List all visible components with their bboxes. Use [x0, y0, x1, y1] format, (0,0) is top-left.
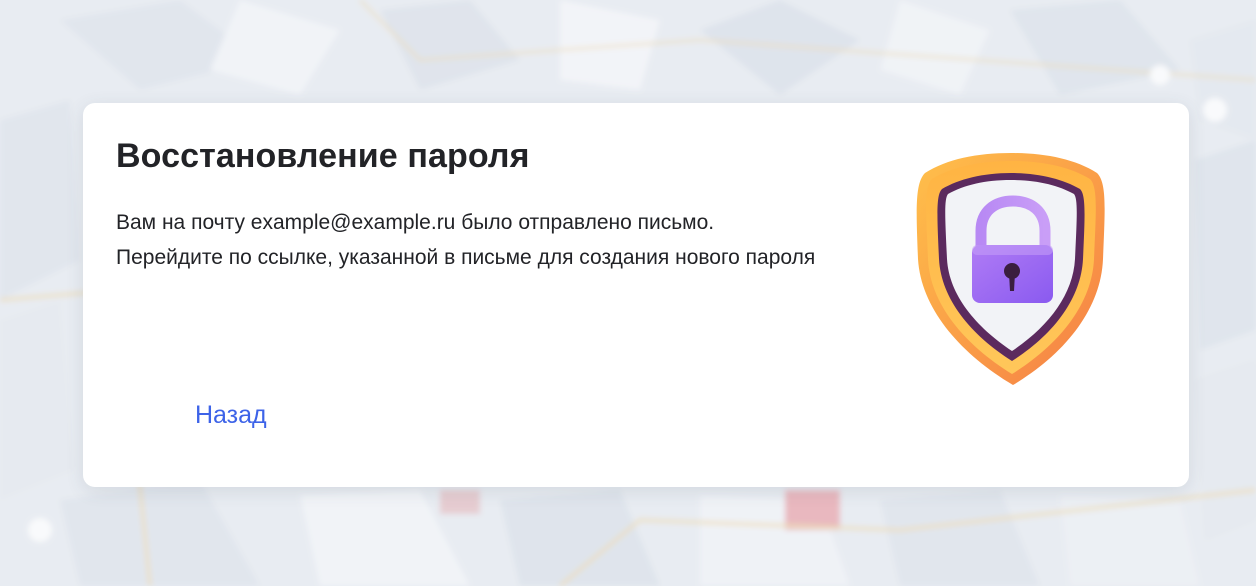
recovery-message: Вам на почту example@example.ru было отп…	[116, 211, 816, 269]
shield-lock-icon	[915, 149, 1107, 387]
back-link[interactable]: Назад	[195, 401, 267, 430]
password-recovery-card: Восстановление пароля Вам на почту examp…	[83, 103, 1189, 487]
page-title: Восстановление пароля	[116, 137, 530, 175]
